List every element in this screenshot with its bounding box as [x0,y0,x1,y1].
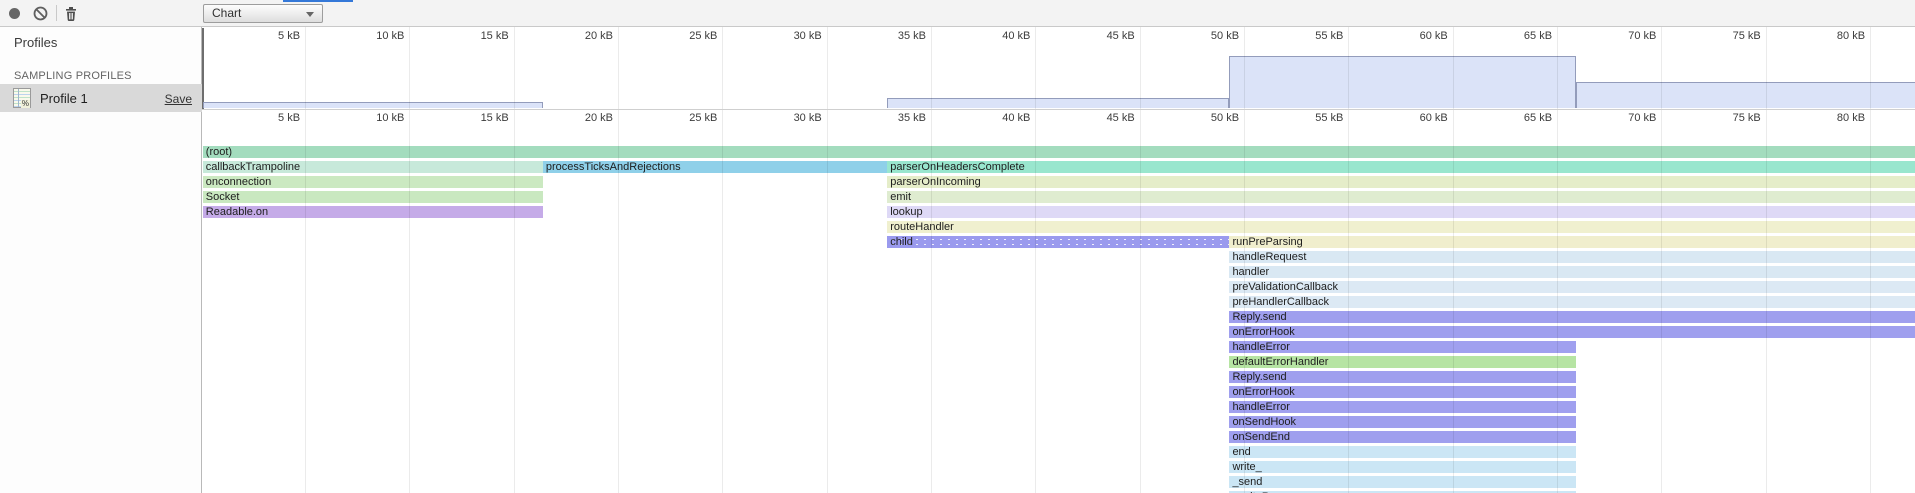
overview-ruler-label: 70 kB [1628,30,1656,42]
flame-bar-child[interactable]: child [887,236,1229,248]
flame-bar-onsendhook[interactable]: onSendHook [1229,416,1575,428]
flame-bar-callbacktrampoline[interactable]: callbackTrampoline [203,161,543,173]
flame-bar-send[interactable]: _send [1229,476,1575,488]
flame-bar-reply-send[interactable]: Reply.send [1229,311,1915,323]
flame-bar-handleerror[interactable]: handleError [1229,401,1575,413]
flame-ruler-label: 30 kB [794,112,822,124]
overview-ruler-label: 5 kB [278,30,300,42]
flame-ruler-label: 55 kB [1315,112,1343,124]
flame-ruler-label: 10 kB [376,112,404,124]
flame-ruler-label: 65 kB [1524,112,1552,124]
memory-area-step [203,102,543,108]
flame-bar-onsendend[interactable]: onSendEnd [1229,431,1575,443]
flamechart-pane: 5 kB 10 kB 15 kB 20 kB 25 kB 30 kB 35 kB 40 kB 4… [202,27,1915,493]
profile-name: Profile 1 [40,91,88,106]
overview-ruler-label: 60 kB [1420,30,1448,42]
overview-ruler-label: 35 kB [898,30,926,42]
delete-profile-button[interactable] [60,3,82,24]
flame-bar-root[interactable]: (root) [203,146,1915,158]
overview-ruler-label: 25 kB [689,30,717,42]
heap-profiler-panel: Chart Profiles SAMPLING PROFILES % Profi… [0,0,1915,493]
flame-bar-processticksandrejections[interactable]: processTicksAndRejections [543,161,887,173]
flame-ruler-label: 45 kB [1107,112,1135,124]
overview-ruler-label: 30 kB [794,30,822,42]
flame-ruler-label: 40 kB [1002,112,1030,124]
overview-ruler-label: 55 kB [1315,30,1343,42]
flame-bar-readable-on[interactable]: Readable.on [203,206,543,218]
flame-bar-runpreparsing[interactable]: runPreParsing [1229,236,1915,248]
overview-gridline [722,27,723,109]
flame-bar-defaulterrorhandler[interactable]: defaultErrorHandler [1229,356,1575,368]
record-button[interactable] [3,3,25,24]
panel-active-indicator [283,0,353,2]
toolbar-divider [56,5,57,21]
flame-bar-onerrorhook[interactable]: onErrorHook [1229,386,1575,398]
flame-bar-handlerequest[interactable]: handleRequest [1229,251,1915,263]
flame-bar-emit[interactable]: emit [887,191,1915,203]
profiler-toolbar: Chart [0,0,1915,27]
overview-ruler-label: 80 kB [1837,30,1865,42]
clear-icon [33,6,48,21]
flame-bar-end[interactable]: end [1229,446,1575,458]
chevron-down-icon [306,12,314,17]
flame-bar-reply-send[interactable]: Reply.send [1229,371,1575,383]
overview-gridline [1140,27,1141,109]
flame-bar-parseronheaderscomplete[interactable]: parserOnHeadersComplete [887,161,1915,173]
flame-ruler-label: 35 kB [898,112,926,124]
flame-bar-parseronincoming[interactable]: parserOnIncoming [887,176,1915,188]
flame-ruler-label: 80 kB [1837,112,1865,124]
memory-area-step [1229,56,1575,108]
flame-bar-routehandler[interactable]: routeHandler [887,221,1915,233]
flame-bar-handleerror[interactable]: handleError [1229,341,1575,353]
overview-gridline [305,27,306,109]
overview-gridline [1035,27,1036,109]
memory-area-step [887,98,1229,108]
overview-left-resize-handle[interactable] [202,28,204,109]
memory-overview[interactable]: 5 kB 10 kB 15 kB 20 kB 25 kB 30 kB 35 kB 40 kB 4… [202,27,1915,110]
sidebar-title: Profiles [14,35,57,50]
flamechart-canvas[interactable]: (root) callbackTrampolineprocessTicksAndR… [202,110,1915,493]
flame-bar-lookup[interactable]: lookup [887,206,1915,218]
overview-gridline [931,27,932,109]
memory-area-step [1576,82,1915,108]
flame-ruler-label: 60 kB [1420,112,1448,124]
flame-ruler-label: 25 kB [689,112,717,124]
flame-bar-socket[interactable]: Socket [203,191,543,203]
sidebar-item-profile-1[interactable]: % Profile 1 Save [0,84,202,112]
sidebar-section-label: SAMPLING PROFILES [14,70,132,82]
flame-ruler-label: 5 kB [278,112,300,124]
record-icon [9,8,20,19]
flame-ruler-label: 75 kB [1733,112,1761,124]
heap-profile-document-icon: % [13,88,31,108]
overview-gridline [409,27,410,109]
overview-ruler-label: 75 kB [1733,30,1761,42]
overview-ruler-label: 45 kB [1107,30,1135,42]
overview-ruler-label: 65 kB [1524,30,1552,42]
overview-gridline [827,27,828,109]
flame-bar-onconnection[interactable]: onconnection [203,176,543,188]
flame-bar-write[interactable]: write_ [1229,461,1575,473]
overview-gridline [514,27,515,109]
save-profile-link[interactable]: Save [165,92,192,106]
overview-gridline [618,27,619,109]
overview-ruler-label: 10 kB [376,30,404,42]
overview-ruler-label: 40 kB [1002,30,1030,42]
view-mode-value: Chart [212,6,241,20]
flame-bar-prehandlercallback[interactable]: preHandlerCallback [1229,296,1915,308]
flame-ruler-label: 15 kB [481,112,509,124]
overview-ruler-label: 50 kB [1211,30,1239,42]
flame-bar-handler[interactable]: handler [1229,266,1915,278]
flame-ruler-label: 70 kB [1628,112,1656,124]
clear-profiles-button[interactable] [29,3,51,24]
overview-ruler-label: 15 kB [481,30,509,42]
trash-icon [64,6,78,22]
view-mode-select[interactable]: Chart [203,4,323,23]
profiles-sidebar: Profiles SAMPLING PROFILES % Profile 1 S… [0,27,202,493]
flame-ruler-label: 50 kB [1211,112,1239,124]
flame-bar-prevalidationcallback[interactable]: preValidationCallback [1229,281,1915,293]
flame-ruler-label: 20 kB [585,112,613,124]
overview-ruler-label: 20 kB [585,30,613,42]
flame-bar-onerrorhook[interactable]: onErrorHook [1229,326,1915,338]
